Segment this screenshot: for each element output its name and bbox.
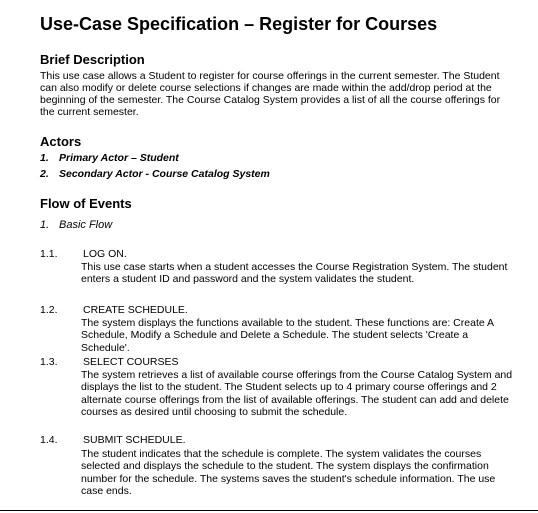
step-title: LOG ON. bbox=[83, 248, 127, 260]
page-bottom-rule bbox=[0, 510, 538, 511]
step-number: 1.1. bbox=[40, 248, 58, 260]
brief-description-heading: Brief Description bbox=[40, 52, 145, 67]
brief-description-text: This use case allows a Student to regist… bbox=[40, 70, 501, 118]
actor-item-number: 2. bbox=[40, 168, 49, 180]
actor-item-secondary: 2. Secondary Actor - Course Catalog Syste… bbox=[40, 168, 270, 180]
actor-item-text: Secondary Actor - Course Catalog System bbox=[59, 168, 270, 180]
actor-item-primary: 1. Primary Actor – Student bbox=[40, 152, 179, 164]
step-text: This use case starts when a student acce… bbox=[81, 261, 508, 286]
actor-item-text: Primary Actor – Student bbox=[59, 152, 179, 164]
basic-flow-heading: 1. Basic Flow bbox=[40, 219, 112, 231]
step-title: CREATE SCHEDULE. bbox=[83, 304, 188, 316]
step-number: 1.3. bbox=[40, 356, 58, 368]
flow-of-events-heading: Flow of Events bbox=[40, 196, 132, 211]
document-page: Use-Case Specification – Register for Co… bbox=[0, 0, 538, 513]
actor-item-number: 1. bbox=[40, 152, 49, 164]
step-title: SUBMIT SCHEDULE. bbox=[83, 434, 186, 446]
document-title: Use-Case Specification – Register for Co… bbox=[40, 14, 438, 34]
basic-flow-number: 1. bbox=[40, 219, 50, 231]
step-text: The student indicates that the schedule … bbox=[81, 448, 496, 497]
step-text: The system displays the functions availa… bbox=[81, 317, 494, 354]
actors-heading: Actors bbox=[40, 134, 82, 149]
step-number: 1.2. bbox=[40, 304, 58, 316]
step-title: SELECT COURSES bbox=[83, 356, 179, 368]
step-number: 1.4. bbox=[40, 434, 58, 446]
basic-flow-label: Basic Flow bbox=[59, 219, 113, 231]
step-text: The system retrieves a list of available… bbox=[81, 369, 513, 418]
